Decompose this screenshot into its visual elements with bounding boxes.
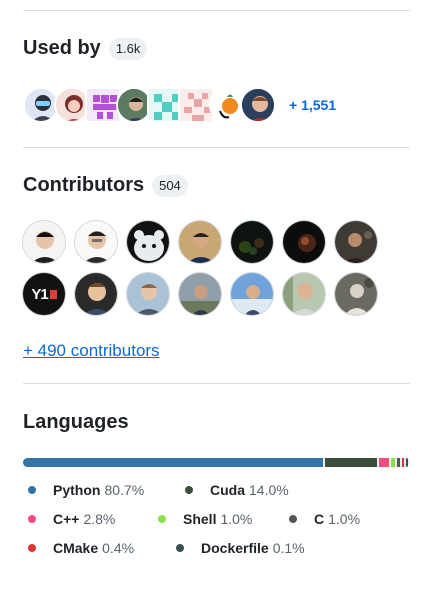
used-by-avatars: + 1,551 — [23, 87, 336, 123]
language-percent: 14.0% — [249, 482, 289, 498]
contributor-avatar[interactable]: Y1 — [22, 272, 66, 316]
languages-title: Languages — [23, 411, 129, 433]
languages-heading: Languages — [23, 411, 129, 434]
language-color-dot — [176, 544, 184, 552]
language-name: Dockerfile — [201, 540, 269, 556]
language-item-dockerfile[interactable]: Dockerfile 0.1% — [176, 540, 305, 556]
language-item-cmake[interactable]: CMake 0.4% — [28, 540, 134, 556]
contributor-avatar[interactable] — [126, 272, 170, 316]
language-name: Cuda — [210, 482, 245, 498]
contributors-grid: Y1 — [22, 220, 378, 316]
contributor-avatar[interactable] — [230, 220, 274, 264]
contributor-avatar[interactable] — [334, 220, 378, 264]
contributor-avatar[interactable] — [178, 220, 222, 264]
contributor-avatar[interactable] — [282, 272, 326, 316]
top-divider — [23, 10, 410, 11]
contributor-avatar[interactable] — [74, 272, 118, 316]
section-divider — [23, 383, 410, 384]
dependent-avatar[interactable] — [240, 87, 276, 123]
language-name: CMake — [53, 540, 99, 556]
language-color-dot — [28, 544, 36, 552]
language-color-dot — [28, 486, 36, 494]
language-percent: 1.0% — [220, 511, 253, 527]
language-bar-segment-cpp[interactable] — [378, 458, 389, 467]
language-name: Python — [53, 482, 101, 498]
language-percent: 1.0% — [328, 511, 361, 527]
language-item-c[interactable]: C 1.0% — [289, 511, 360, 527]
language-item-cpp[interactable]: C++ 2.8% — [28, 511, 115, 527]
contributors-title[interactable]: Contributors — [23, 174, 144, 197]
contributor-avatar[interactable] — [22, 220, 66, 264]
language-percent: 0.1% — [272, 540, 305, 556]
language-item-python[interactable]: Python 80.7% — [28, 482, 144, 498]
used-by-count-badge: 1.6k — [108, 37, 148, 60]
contributor-avatar[interactable] — [178, 272, 222, 316]
language-name: C — [314, 511, 325, 527]
language-color-dot — [28, 515, 36, 523]
language-bar — [23, 458, 410, 467]
more-contributors-link[interactable]: + 490 contributors — [23, 341, 160, 361]
language-name: C++ — [53, 511, 80, 527]
contributor-avatar[interactable] — [334, 272, 378, 316]
language-bar-segment-cmake[interactable] — [402, 458, 405, 467]
contributors-count-badge: 504 — [152, 174, 188, 197]
language-percent: 80.7% — [104, 482, 145, 498]
language-percent: 0.4% — [102, 540, 135, 556]
language-color-dot — [289, 515, 297, 523]
language-color-dot — [185, 486, 193, 494]
language-bar-segment-cuda[interactable] — [324, 458, 377, 467]
language-bar-segment-dockerfile[interactable] — [406, 458, 409, 467]
language-name: Shell — [183, 511, 217, 527]
contributor-avatar[interactable] — [230, 272, 274, 316]
contributor-avatar[interactable] — [126, 220, 170, 264]
section-divider — [23, 147, 410, 148]
language-item-shell[interactable]: Shell 1.0% — [158, 511, 252, 527]
language-bar-segment-shell[interactable] — [390, 458, 395, 467]
used-by-heading[interactable]: Used by 1.6k — [23, 37, 148, 60]
language-bar-segment-python[interactable] — [23, 458, 323, 467]
language-color-dot — [158, 515, 166, 523]
used-by-title[interactable]: Used by — [23, 37, 101, 60]
contributor-avatar[interactable] — [74, 220, 118, 264]
language-percent: 2.8% — [83, 511, 116, 527]
language-item-cuda[interactable]: Cuda 14.0% — [185, 482, 289, 498]
contributors-heading[interactable]: Contributors 504 — [23, 174, 188, 197]
used-by-more-link[interactable]: + 1,551 — [289, 97, 336, 113]
language-bar-segment-c[interactable] — [396, 458, 401, 467]
contributor-avatar-text: Y1 — [31, 285, 48, 303]
contributor-avatar[interactable] — [282, 220, 326, 264]
